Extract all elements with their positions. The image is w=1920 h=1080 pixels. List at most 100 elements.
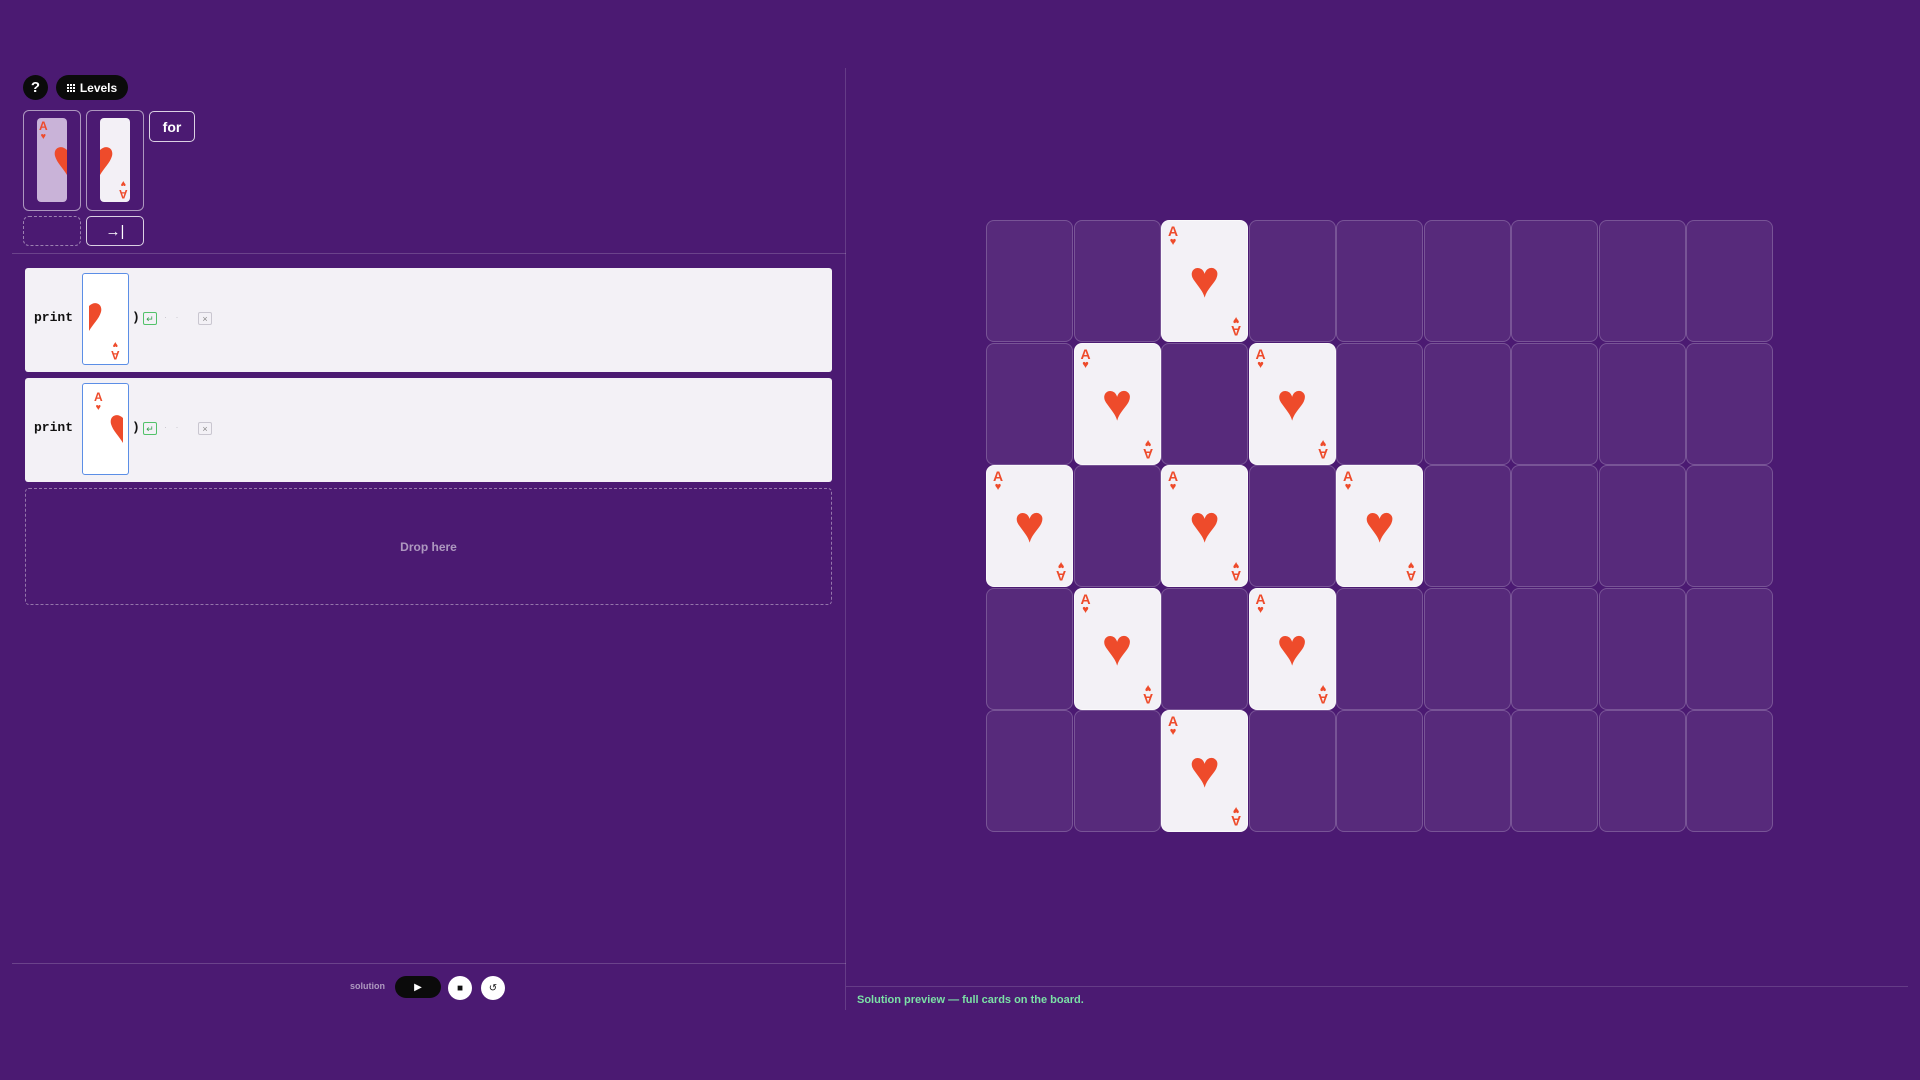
play-button[interactable]: ▶ xyxy=(395,976,441,998)
board-cell-empty[interactable] xyxy=(1686,342,1773,465)
board-cell-empty[interactable] xyxy=(1686,710,1773,832)
print-arg-left-half-card[interactable]: A ♥ xyxy=(82,383,129,475)
board-cell-empty[interactable] xyxy=(1161,342,1248,465)
board-cell-empty[interactable] xyxy=(1248,220,1336,342)
card-corner-label: A ♥ xyxy=(1080,345,1091,371)
heart-icon: ♥ xyxy=(1014,495,1045,554)
delete-line-button[interactable]: × xyxy=(198,422,212,435)
card-corner-label: A ♥ xyxy=(1318,436,1329,462)
card-corner-label: A ♥ xyxy=(1080,590,1091,616)
card-corner-label: A ♥ xyxy=(1405,559,1416,584)
indent-button[interactable]: →| xyxy=(86,216,144,246)
board-cell-card[interactable]: A ♥ ♥ A ♥ xyxy=(986,465,1073,587)
palette-divider xyxy=(12,253,846,254)
close-paren: ) xyxy=(132,310,140,325)
play-icon: ▶ xyxy=(414,981,422,993)
board-cell-empty[interactable] xyxy=(1511,465,1598,587)
board-cell-empty[interactable] xyxy=(1686,220,1773,342)
grid-icon xyxy=(66,83,75,92)
board-cell-empty[interactable] xyxy=(1336,220,1423,342)
newline-toggle[interactable]: ↵ xyxy=(143,422,157,435)
reset-icon: ↺ xyxy=(488,982,498,994)
stop-icon: ■ xyxy=(456,982,464,994)
card-corner-label: A ♥ xyxy=(39,119,48,141)
board-cell-card[interactable]: A ♥ ♥ A ♥ xyxy=(1161,465,1248,587)
board-cell-card[interactable]: A ♥ ♥ A ♥ xyxy=(1248,587,1336,710)
card-corner-label: A ♥ xyxy=(111,340,120,362)
card-corner-label: A ♥ xyxy=(1055,559,1066,584)
card-corner-label: A ♥ xyxy=(1168,223,1179,248)
board-cell-empty[interactable] xyxy=(986,587,1073,710)
board-cell-card[interactable]: A ♥ ♥ A ♥ xyxy=(1336,465,1423,587)
delete-line-button[interactable]: × xyxy=(198,312,212,325)
board-cell-empty[interactable] xyxy=(1598,342,1686,465)
board-cell-empty[interactable] xyxy=(1073,220,1161,342)
board-cell-empty[interactable] xyxy=(1423,465,1511,587)
for-block-button[interactable]: for xyxy=(149,111,195,142)
board-cell-empty[interactable] xyxy=(1598,220,1686,342)
board-cell-empty[interactable] xyxy=(1423,342,1511,465)
card-corner-label: A ♥ xyxy=(1255,590,1266,616)
palette-empty-slot[interactable] xyxy=(23,216,81,246)
code-line-2[interactable]: print ( A♥ ) ↵ · · × xyxy=(25,378,832,482)
board-cell-empty[interactable] xyxy=(1511,220,1598,342)
drag-dots: · · xyxy=(164,422,182,432)
board-cell-card[interactable]: A ♥ ♥ A ♥ xyxy=(1073,342,1161,465)
card-corner-label: A ♥ xyxy=(1143,436,1154,462)
board-cell-empty[interactable] xyxy=(1686,587,1773,710)
board-cell-empty[interactable] xyxy=(1248,710,1336,832)
board-cell-empty[interactable] xyxy=(986,710,1073,832)
card-corner-label: A ♥ xyxy=(1343,468,1354,493)
board-cell-card[interactable]: A ♥ ♥ A ♥ xyxy=(1248,342,1336,465)
board-cell-empty[interactable] xyxy=(986,342,1073,465)
board-cell-empty[interactable] xyxy=(1511,342,1598,465)
print-arg-right-half-card[interactable]: A ♥ xyxy=(82,273,129,365)
print-keyword: print ( xyxy=(34,420,89,435)
palette-right-half-card[interactable]: A ♥ xyxy=(86,110,144,211)
board-cell-empty[interactable] xyxy=(1423,587,1511,710)
board-cell-card[interactable]: A ♥ ♥ A ♥ xyxy=(1161,710,1248,832)
board-cell-empty[interactable] xyxy=(1073,710,1161,832)
drop-zone[interactable]: Drop here xyxy=(25,488,832,605)
half-heart-icon xyxy=(100,147,113,175)
levels-button[interactable]: Levels xyxy=(56,75,128,100)
reset-button[interactable]: ↺ xyxy=(481,976,505,1000)
heart-icon: ♥ xyxy=(1189,250,1220,309)
card-corner-label: A ♥ xyxy=(1230,314,1241,339)
game-board: A ♥ ♥ A ♥ A ♥ ♥ A ♥ A ♥ ♥ A ♥ A ♥ ♥ A ♥ A ♥ ♥ A ♥ A ♥ ♥ A ♥ A ♥ ♥ A ♥ A ♥ ♥ A ♥… xyxy=(986,220,1773,832)
board-cell-empty[interactable] xyxy=(1423,710,1511,832)
board-cell-card[interactable]: A ♥ ♥ A ♥ xyxy=(1161,220,1248,342)
board-cell-empty[interactable] xyxy=(1598,587,1686,710)
stop-button[interactable]: ■ xyxy=(448,976,472,1000)
palette-left-half-card[interactable]: A ♥ xyxy=(23,110,81,211)
print-keyword: print ( xyxy=(34,310,89,325)
card-corner-label: A ♥ xyxy=(993,468,1004,493)
heart-icon: ♥ xyxy=(1189,495,1220,554)
card-corner-label: A ♥ xyxy=(94,390,103,412)
left-half-card-face: A ♥ xyxy=(37,118,67,202)
code-line-1[interactable]: print ( A♥ ) ↵ · · × xyxy=(25,268,832,372)
board-cell-empty[interactable] xyxy=(1073,465,1161,587)
levels-label: Levels xyxy=(79,80,118,95)
board-cell-empty[interactable] xyxy=(1248,465,1336,587)
board-cell-empty[interactable] xyxy=(1598,465,1686,587)
drop-zone-label: Drop here xyxy=(400,539,457,554)
board-cell-empty[interactable] xyxy=(1686,465,1773,587)
board-cell-empty[interactable] xyxy=(1423,220,1511,342)
board-cell-empty[interactable] xyxy=(986,220,1073,342)
heart-icon: ♥ xyxy=(1101,373,1133,432)
board-cell-empty[interactable] xyxy=(1511,587,1598,710)
board-cell-empty[interactable] xyxy=(1598,710,1686,832)
board-cell-empty[interactable] xyxy=(1336,342,1423,465)
close-paren: ) xyxy=(132,420,140,435)
heart-icon: ♥ xyxy=(1189,740,1220,799)
heart-icon: ♥ xyxy=(1276,618,1308,677)
board-cell-empty[interactable] xyxy=(1336,587,1423,710)
card-corner-label: A ♥ xyxy=(1230,804,1241,829)
board-cell-empty[interactable] xyxy=(1161,587,1248,710)
newline-toggle[interactable]: ↵ xyxy=(143,312,157,325)
board-cell-card[interactable]: A ♥ ♥ A ♥ xyxy=(1073,587,1161,710)
board-cell-empty[interactable] xyxy=(1511,710,1598,832)
help-button[interactable]: ? xyxy=(23,75,48,100)
board-cell-empty[interactable] xyxy=(1336,710,1423,832)
